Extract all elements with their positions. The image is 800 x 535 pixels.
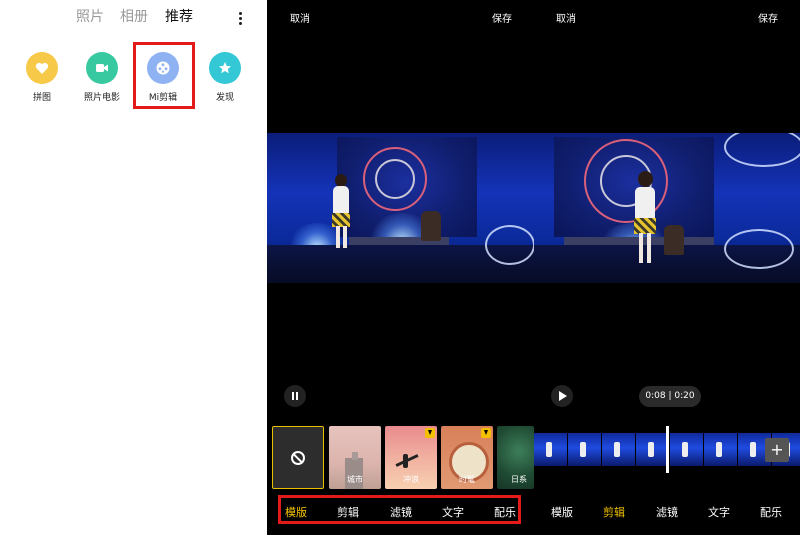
save-button[interactable]: 保存 <box>492 10 512 25</box>
playhead[interactable] <box>666 426 669 473</box>
template-surf-label: 冲浪 <box>403 475 419 484</box>
timeline-frame <box>670 433 704 466</box>
timeline-frame <box>704 433 738 466</box>
download-icon <box>481 428 491 438</box>
video-camera-icon <box>86 52 118 84</box>
tab-albums[interactable]: 相册 <box>120 6 148 26</box>
play-icon <box>559 391 567 401</box>
template-none[interactable] <box>272 426 324 489</box>
cancel-button[interactable]: 取消 <box>556 10 576 25</box>
template-city-label: 城市 <box>347 475 363 484</box>
save-button[interactable]: 保存 <box>758 10 778 25</box>
add-clip-button[interactable]: + <box>765 438 789 462</box>
star-icon <box>209 52 241 84</box>
menu-edit[interactable]: 剪辑 <box>603 504 625 520</box>
more-options-icon[interactable] <box>236 10 246 26</box>
menu-template[interactable]: 模版 <box>551 504 573 520</box>
timeline-frame <box>534 433 568 466</box>
cancel-button[interactable]: 取消 <box>290 10 310 25</box>
pause-icon <box>292 392 294 400</box>
app-photo-movie[interactable]: 照片电影 <box>72 52 132 103</box>
app-collage[interactable]: 拼图 <box>12 52 72 103</box>
tab-photos[interactable]: 照片 <box>76 6 104 26</box>
no-template-icon <box>291 451 305 465</box>
template-city[interactable]: 城市 <box>329 426 381 489</box>
app-collage-label: 拼图 <box>32 93 51 103</box>
play-button[interactable] <box>551 385 573 407</box>
timeline-frame <box>602 433 636 466</box>
app-photo-movie-label: 照片电影 <box>83 93 120 103</box>
pause-button[interactable] <box>284 385 306 407</box>
tab-recommended[interactable]: 推荐 <box>165 6 193 26</box>
heart-icon <box>26 52 58 84</box>
gallery-panel: 照片 相册 推荐 拼图 照片电影 Mi剪辑 发现 <box>0 0 267 535</box>
menu-music[interactable]: 配乐 <box>760 504 782 520</box>
template-stylish[interactable]: 时髦 <box>441 426 493 489</box>
app-discover[interactable]: 发现 <box>195 52 255 103</box>
timeline-frame <box>636 433 670 466</box>
template-japanese-label: 日系 <box>511 475 527 484</box>
menu-text[interactable]: 文字 <box>708 504 730 520</box>
template-stylish-label: 时髦 <box>459 475 475 484</box>
app-discover-label: 发现 <box>215 93 234 103</box>
template-japanese[interactable]: 日系 <box>497 426 534 489</box>
editor-template-panel: 取消 保存 城市 冲浪 时髦 日系 模版 剪辑 滤镜 文字 配乐 <box>267 0 534 535</box>
timecode-display: 0:08 | 0:20 <box>639 386 701 407</box>
timeline-frame <box>568 433 602 466</box>
video-preview[interactable] <box>534 133 800 283</box>
menu-filter[interactable]: 滤镜 <box>656 504 678 520</box>
video-preview[interactable] <box>267 133 534 283</box>
highlight-box-menu <box>278 495 521 524</box>
highlight-box-app <box>133 42 195 109</box>
download-icon <box>425 428 435 438</box>
template-surf[interactable]: 冲浪 <box>385 426 437 489</box>
